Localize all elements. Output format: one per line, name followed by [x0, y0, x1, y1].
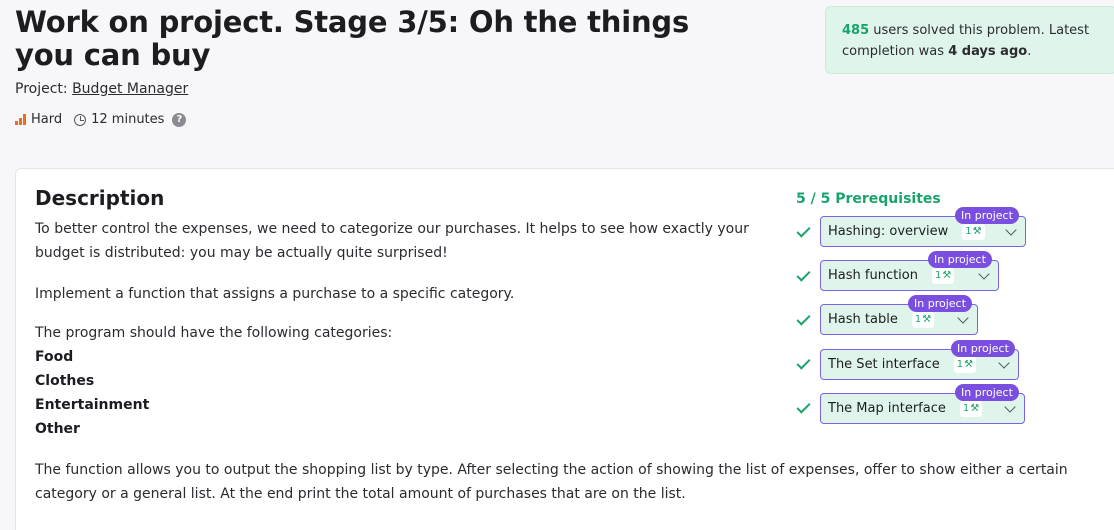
difficulty-label: Hard [31, 112, 63, 127]
description-paragraph-3: The program should have the following ca… [35, 325, 393, 341]
stage-meta: Hard 12 minutes ? [15, 112, 187, 127]
hammer-icon: ⚒ [972, 226, 982, 237]
duration-label: 12 minutes [91, 112, 165, 127]
hammer-icon: ⚒ [922, 314, 932, 325]
prerequisite-count: 1 ⚒ [962, 223, 985, 240]
prerequisites-heading: 5 / 5 Prerequisites [796, 191, 941, 207]
project-prefix: Project: [15, 81, 68, 97]
prerequisite-label: Hashing: overview [828, 224, 949, 239]
chevron-down-icon[interactable] [978, 268, 990, 280]
page-title: Work on project. Stage 3/5: Oh the thing… [15, 5, 690, 72]
hammer-icon: ⚒ [942, 270, 952, 281]
prerequisite-label: Hash table [828, 312, 898, 327]
prerequisite-count: 1 ⚒ [932, 267, 955, 284]
description-paragraph-1: To better control the expenses, we need … [35, 221, 749, 261]
prerequisite-count: 1 ⚒ [953, 356, 977, 373]
clock-icon [74, 113, 87, 126]
page: Work on project. Stage 3/5: Oh the thing… [0, 0, 1114, 530]
category-food: Food [35, 349, 74, 365]
in-project-badge: In project [955, 384, 1019, 401]
chevron-down-icon[interactable] [957, 312, 969, 324]
category-clothes: Clothes [35, 373, 95, 389]
users-count: 485 [842, 23, 870, 38]
in-project-badge: In project [908, 295, 972, 312]
prerequisite-label: The Map interface [828, 401, 946, 416]
last-completion: 4 days ago [948, 44, 1028, 59]
question-circle-icon[interactable]: ? [172, 112, 187, 127]
chevron-down-icon[interactable] [998, 357, 1010, 369]
project-line: Project: Budget Manager [15, 81, 188, 97]
in-project-badge: In project [951, 340, 1015, 357]
in-project-badge: In project [955, 207, 1019, 224]
hammer-icon: ⚒ [970, 403, 980, 414]
prerequisite-label: Hash function [828, 268, 918, 283]
chevron-down-icon[interactable] [1005, 224, 1017, 236]
project-link[interactable]: Budget Manager [72, 81, 188, 97]
signal-bars-icon [15, 114, 26, 125]
prerequisite-count: 1 ⚒ [911, 311, 935, 328]
description-heading: Description [35, 186, 165, 210]
prerequisite-label: The Set interface [828, 357, 940, 372]
description-paragraph-4: The function allows you to output the sh… [35, 462, 1068, 502]
category-other: Other [35, 421, 80, 437]
prerequisite-count: 1 ⚒ [959, 400, 983, 417]
chevron-down-icon[interactable] [1004, 401, 1016, 413]
in-project-badge: In project [928, 251, 992, 268]
description-paragraph-2: Implement a function that assigns a purc… [35, 286, 515, 302]
category-entertainment: Entertainment [35, 397, 150, 413]
hammer-icon: ⚒ [964, 359, 974, 370]
stats-box: 485 users solved this problem. Latest co… [825, 6, 1114, 74]
